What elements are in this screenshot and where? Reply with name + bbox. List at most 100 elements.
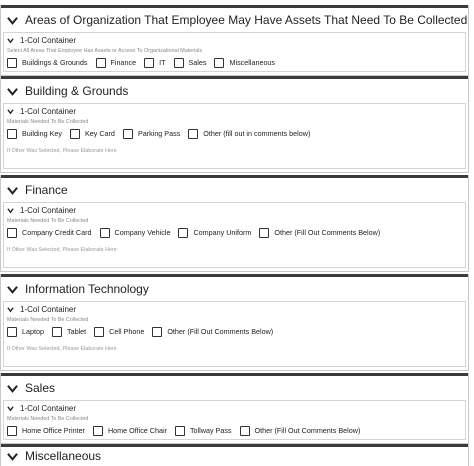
section-header[interactable]: Miscellaneous xyxy=(1,447,468,465)
chevron-down-icon[interactable] xyxy=(7,284,18,295)
checkbox[interactable] xyxy=(99,227,110,238)
chevron-down-icon[interactable] xyxy=(7,86,18,97)
one-col-container: 1-Col Container Materials Needed To Be C… xyxy=(3,301,466,367)
option-other[interactable]: Other (Fill Out Comments Below) xyxy=(152,326,273,337)
option-label: Company Uniform xyxy=(193,228,252,237)
chevron-down-icon[interactable] xyxy=(7,451,18,462)
chevron-down-icon[interactable] xyxy=(7,306,14,313)
option-company-credit-card[interactable]: Company Credit Card xyxy=(7,227,92,238)
section-header[interactable]: Building & Grounds xyxy=(1,79,468,103)
field-label: Materials Needed To Be Collected xyxy=(7,218,89,224)
section-header[interactable]: Areas of Organization That Employee May … xyxy=(1,8,468,32)
option-label: Tollway Pass xyxy=(189,426,232,435)
option-cell-phone[interactable]: Cell Phone xyxy=(94,326,144,337)
section-header[interactable]: Information Technology xyxy=(1,277,468,301)
option-label: Tablet xyxy=(66,327,87,336)
container-header[interactable]: 1-Col Container xyxy=(4,104,465,118)
checkbox[interactable] xyxy=(7,227,17,238)
option-miscellaneous[interactable]: Miscellaneous xyxy=(214,57,275,68)
checkbox[interactable] xyxy=(69,128,80,139)
checkbox[interactable] xyxy=(259,227,270,238)
section-title: Miscellaneous xyxy=(25,449,102,463)
checkbox-group: Laptop Tablet Cell Phone Other (Fill Out… xyxy=(4,324,465,339)
option-it[interactable]: IT xyxy=(144,57,166,68)
elaborate-field[interactable]: If Other Was Selected, Please Elaborate … xyxy=(4,247,465,253)
container-title: 1-Col Container xyxy=(20,106,77,116)
option-tablet[interactable]: Tablet xyxy=(51,326,87,337)
checkbox-group: Buildings & Grounds Finance IT Sales Mis… xyxy=(4,55,465,70)
option-label: Company Vehicle xyxy=(114,228,171,237)
chevron-down-icon[interactable] xyxy=(7,207,14,214)
chevron-down-icon[interactable] xyxy=(7,37,14,44)
one-col-container: 1-Col Container Materials Needed To Be C… xyxy=(3,400,466,440)
checkbox-group: Home Office Printer Home Office Chair To… xyxy=(4,423,465,438)
option-label: Other (Fill Out Comments Below) xyxy=(254,426,361,435)
checkbox[interactable] xyxy=(122,128,133,139)
elaborate-field[interactable]: If Other Was Selected, Please Elaborate … xyxy=(4,148,465,154)
option-building-key[interactable]: Building Key xyxy=(7,128,62,139)
checkbox[interactable] xyxy=(7,425,17,436)
checkbox[interactable] xyxy=(173,57,184,68)
checkbox[interactable] xyxy=(7,326,17,337)
option-parking-pass[interactable]: Parking Pass xyxy=(122,128,181,139)
option-sales[interactable]: Sales xyxy=(173,57,207,68)
checkbox-group: Company Credit Card Company Vehicle Comp… xyxy=(4,225,465,240)
section-title: Areas of Organization That Employee May … xyxy=(25,13,468,27)
checkbox[interactable] xyxy=(7,57,17,68)
option-company-uniform[interactable]: Company Uniform xyxy=(178,227,252,238)
option-label: Parking Pass xyxy=(137,129,181,138)
chevron-down-icon[interactable] xyxy=(7,383,18,394)
container-header[interactable]: 1-Col Container xyxy=(4,401,465,415)
container-header[interactable]: 1-Col Container xyxy=(4,302,465,316)
option-label: Laptop xyxy=(22,327,44,336)
section-finance: Finance 1-Col Container Materials Needed… xyxy=(0,175,469,272)
checkbox-group: Building Key Key Card Parking Pass Other… xyxy=(4,126,465,141)
section-header[interactable]: Sales xyxy=(1,376,468,400)
checkbox[interactable] xyxy=(174,425,185,436)
chevron-down-icon[interactable] xyxy=(7,15,18,26)
field-label: Select All Areas That Employee Has Asset… xyxy=(7,48,203,54)
checkbox[interactable] xyxy=(188,128,199,139)
checkbox[interactable] xyxy=(51,326,62,337)
option-label: Sales xyxy=(188,58,207,67)
container-title: 1-Col Container xyxy=(20,403,77,413)
container-title: 1-Col Container xyxy=(20,205,77,215)
checkbox[interactable] xyxy=(239,425,250,436)
option-label: Other (fill out in comments below) xyxy=(203,129,311,138)
checkbox[interactable] xyxy=(7,128,17,139)
field-label: Materials Needed To Be Collected xyxy=(7,317,89,323)
option-other[interactable]: Other (Fill Out Comments Below) xyxy=(239,425,361,436)
checkbox[interactable] xyxy=(95,57,106,68)
option-company-vehicle[interactable]: Company Vehicle xyxy=(99,227,171,238)
option-buildings-grounds[interactable]: Buildings & Grounds xyxy=(7,57,88,68)
section-title: Information Technology xyxy=(25,282,149,296)
chevron-down-icon[interactable] xyxy=(7,185,18,196)
option-laptop[interactable]: Laptop xyxy=(7,326,44,337)
option-other[interactable]: Other (fill out in comments below) xyxy=(188,128,311,139)
container-header[interactable]: 1-Col Container xyxy=(4,33,465,47)
option-tollway-pass[interactable]: Tollway Pass xyxy=(174,425,232,436)
checkbox[interactable] xyxy=(152,326,163,337)
section-title: Sales xyxy=(25,381,56,395)
section-information-technology: Information Technology 1-Col Container M… xyxy=(0,274,469,371)
checkbox[interactable] xyxy=(144,57,155,68)
chevron-down-icon[interactable] xyxy=(7,405,14,412)
checkbox[interactable] xyxy=(178,227,189,238)
checkbox[interactable] xyxy=(94,326,105,337)
option-home-office-printer[interactable]: Home Office Printer xyxy=(7,425,85,436)
elaborate-field[interactable]: If Other Was Selected, Please Elaborate … xyxy=(4,346,465,352)
section-areas-of-organization: Areas of Organization That Employee May … xyxy=(0,5,469,76)
option-other[interactable]: Other (Fill Out Comments Below) xyxy=(259,227,380,238)
container-title: 1-Col Container xyxy=(20,35,77,45)
chevron-down-icon[interactable] xyxy=(7,108,14,115)
option-key-card[interactable]: Key Card xyxy=(69,128,115,139)
section-title: Finance xyxy=(25,183,68,197)
one-col-container: 1-Col Container Select All Areas That Em… xyxy=(3,32,466,72)
section-header[interactable]: Finance xyxy=(1,178,468,202)
container-header[interactable]: 1-Col Container xyxy=(4,203,465,217)
option-home-office-chair[interactable]: Home Office Chair xyxy=(92,425,167,436)
option-label: Key Card xyxy=(84,129,115,138)
option-finance[interactable]: Finance xyxy=(95,57,136,68)
checkbox[interactable] xyxy=(214,57,225,68)
checkbox[interactable] xyxy=(92,425,103,436)
